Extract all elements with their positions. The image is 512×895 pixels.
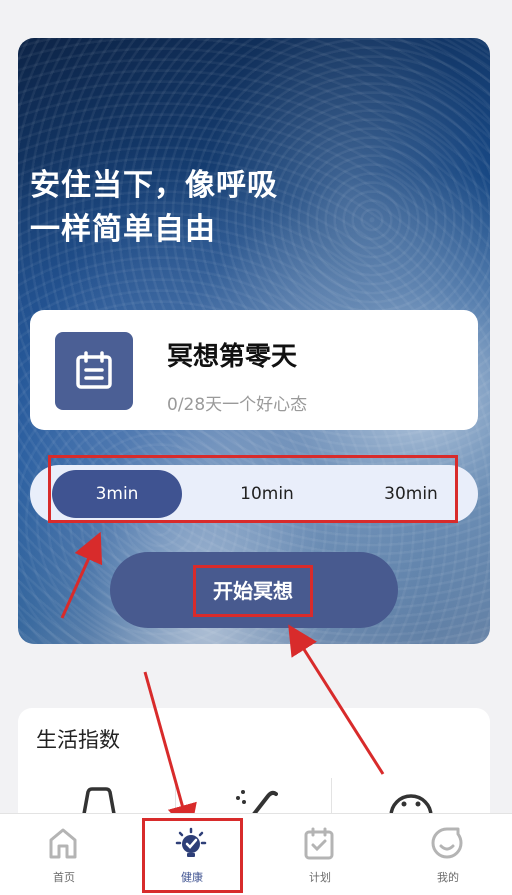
tab-profile[interactable]: 我的	[384, 814, 512, 895]
tab-profile-label: 我的	[437, 871, 459, 884]
tab-plan[interactable]: 计划	[256, 814, 384, 895]
home-icon	[49, 828, 77, 859]
plan-calendar-icon	[304, 827, 334, 860]
tab-home-label: 首页	[53, 871, 75, 884]
profile-icon	[431, 827, 463, 859]
annotation-box-health-tab	[142, 818, 243, 893]
tab-plan-label: 计划	[309, 871, 331, 884]
annotation-arrow	[60, 531, 103, 619]
bottom-tab-bar: 首页 健康 计划 我的	[0, 813, 512, 895]
annotation-arrow	[143, 671, 197, 835]
annotation-arrow	[288, 624, 385, 775]
annotation-arrows	[60, 531, 385, 835]
tab-home[interactable]: 首页	[0, 814, 128, 895]
